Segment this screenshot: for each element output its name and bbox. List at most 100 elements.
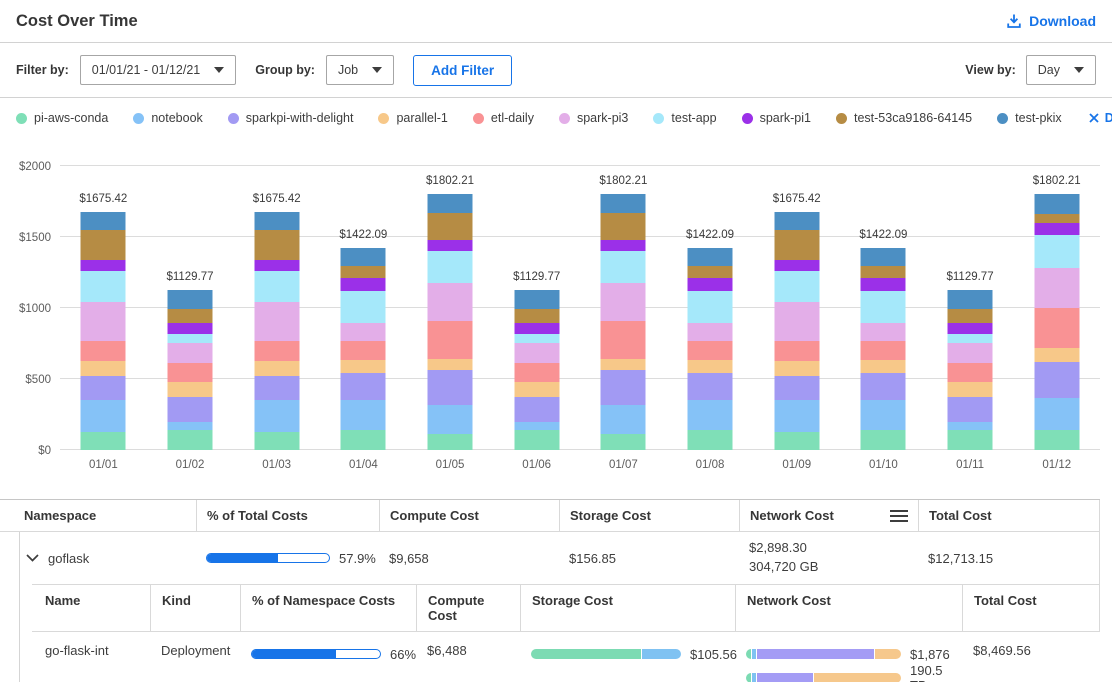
bar-segment-parallel-1[interactable] (688, 360, 733, 373)
bar-segment-test-pkix[interactable] (774, 212, 819, 229)
bar-segment-spark-pi1[interactable] (774, 260, 819, 271)
bar-segment-etl-daily[interactable] (254, 341, 299, 361)
bar-segment-test-pkix[interactable] (1034, 194, 1079, 214)
bar-segment-test-53ca9186-64145[interactable] (428, 213, 473, 240)
bar-segment-test-app[interactable] (774, 271, 819, 302)
bar-segment-test-pkix[interactable] (601, 194, 646, 213)
bar-segment-sparkpi-with-delight[interactable] (601, 370, 646, 405)
bar-segment-test-app[interactable] (601, 251, 646, 284)
bar-segment-notebook[interactable] (861, 400, 906, 430)
bar-segment-parallel-1[interactable] (514, 382, 559, 396)
bar-segment-spark-pi3[interactable] (254, 302, 299, 342)
bar-segment-sparkpi-with-delight[interactable] (514, 397, 559, 422)
date-range-select[interactable]: 01/01/21 - 01/12/21 (80, 55, 236, 85)
bar-segment-spark-pi3[interactable] (688, 323, 733, 341)
bar-segment-spark-pi3[interactable] (168, 343, 213, 363)
bar-segment-notebook[interactable] (254, 400, 299, 432)
bar-segment-test-app[interactable] (168, 334, 213, 343)
bar-segment-test-pkix[interactable] (428, 194, 473, 213)
bar-segment-test-app[interactable] (1034, 235, 1079, 267)
legend-item-pi-aws-conda[interactable]: pi-aws-conda (16, 111, 108, 125)
bar-segment-test-app[interactable] (514, 334, 559, 343)
bar-segment-etl-daily[interactable] (341, 341, 386, 360)
legend-item-etl-daily[interactable]: etl-daily (473, 111, 534, 125)
bar-segment-spark-pi3[interactable] (861, 323, 906, 341)
bar-segment-test-pkix[interactable] (948, 290, 993, 309)
bar-segment-pi-aws-conda[interactable] (81, 432, 126, 450)
bar-segment-spark-pi3[interactable] (601, 283, 646, 321)
bar-segment-test-53ca9186-64145[interactable] (688, 266, 733, 278)
bar-segment-spark-pi1[interactable] (428, 240, 473, 251)
namespace-cell[interactable]: goflask (0, 545, 196, 572)
bar-segment-parallel-1[interactable] (428, 359, 473, 370)
col-header-kind[interactable]: Kind (150, 585, 240, 631)
bar-segment-pi-aws-conda[interactable] (1034, 430, 1079, 450)
bar-segment-pi-aws-conda[interactable] (168, 430, 213, 450)
bar-segment-test-app[interactable] (861, 291, 906, 323)
bar-segment-sparkpi-with-delight[interactable] (168, 397, 213, 422)
col-header-compute-cost[interactable]: Compute Cost (379, 500, 559, 531)
bar-segment-sparkpi-with-delight[interactable] (341, 373, 386, 400)
bar-segment-test-53ca9186-64145[interactable] (168, 309, 213, 323)
bar-segment-sparkpi-with-delight[interactable] (948, 397, 993, 422)
download-button[interactable]: Download (1006, 13, 1096, 29)
bar-segment-test-app[interactable] (688, 291, 733, 323)
bar-segment-spark-pi3[interactable] (81, 302, 126, 342)
bar-segment-spark-pi3[interactable] (428, 283, 473, 321)
bar-segment-spark-pi1[interactable] (81, 260, 126, 271)
legend-item-parallel-1[interactable]: parallel-1 (378, 111, 447, 125)
add-filter-button[interactable]: Add Filter (413, 55, 512, 86)
bar-segment-parallel-1[interactable] (254, 361, 299, 376)
legend-item-spark-pi3[interactable]: spark-pi3 (559, 111, 628, 125)
bar-segment-parallel-1[interactable] (948, 382, 993, 396)
bar-segment-pi-aws-conda[interactable] (341, 430, 386, 450)
bar-segment-test-pkix[interactable] (341, 248, 386, 266)
bar-segment-test-53ca9186-64145[interactable] (948, 309, 993, 323)
bar-segment-pi-aws-conda[interactable] (601, 434, 646, 450)
bar-segment-test-pkix[interactable] (81, 212, 126, 229)
bar-segment-spark-pi1[interactable] (688, 278, 733, 291)
bar-segment-parallel-1[interactable] (341, 360, 386, 373)
bar-segment-etl-daily[interactable] (1034, 308, 1079, 348)
col-header-network-cost[interactable]: Network Cost (739, 500, 918, 531)
view-by-select[interactable]: Day (1026, 55, 1096, 85)
bar-segment-test-app[interactable] (948, 334, 993, 343)
bar-segment-test-53ca9186-64145[interactable] (601, 213, 646, 240)
bar-segment-notebook[interactable] (774, 400, 819, 432)
bar-segment-etl-daily[interactable] (948, 363, 993, 383)
bar-segment-test-53ca9186-64145[interactable] (341, 266, 386, 278)
bar-segment-etl-daily[interactable] (601, 321, 646, 358)
bar-segment-spark-pi3[interactable] (1034, 268, 1079, 308)
col-header-storage-cost[interactable]: Storage Cost (520, 585, 735, 631)
hamburger-icon[interactable] (890, 509, 908, 523)
bar-segment-sparkpi-with-delight[interactable] (428, 370, 473, 405)
bar-segment-etl-daily[interactable] (688, 341, 733, 360)
bar-segment-notebook[interactable] (688, 400, 733, 430)
bar-segment-etl-daily[interactable] (168, 363, 213, 383)
bar-segment-test-53ca9186-64145[interactable] (861, 266, 906, 278)
bar-segment-etl-daily[interactable] (81, 341, 126, 361)
bar-segment-test-app[interactable] (254, 271, 299, 302)
bar-segment-etl-daily[interactable] (428, 321, 473, 358)
bar-segment-spark-pi1[interactable] (1034, 223, 1079, 235)
bar-segment-sparkpi-with-delight[interactable] (774, 376, 819, 400)
bar-segment-pi-aws-conda[interactable] (774, 432, 819, 450)
workload-name-cell[interactable]: go-flask-int (32, 632, 150, 682)
bar-segment-test-53ca9186-64145[interactable] (254, 230, 299, 260)
bar-segment-test-53ca9186-64145[interactable] (774, 230, 819, 260)
bar-segment-notebook[interactable] (428, 405, 473, 434)
group-by-select[interactable]: Job (326, 55, 394, 85)
col-header-pct-namespace-costs[interactable]: % of Namespace Costs (240, 585, 416, 631)
col-header-compute-cost[interactable]: Compute Cost (416, 585, 520, 631)
bar-segment-pi-aws-conda[interactable] (428, 434, 473, 450)
col-header-total-cost[interactable]: Total Cost (918, 500, 1100, 531)
bar-segment-pi-aws-conda[interactable] (688, 430, 733, 450)
col-header-network-cost[interactable]: Network Cost (735, 585, 962, 631)
bar-segment-spark-pi1[interactable] (861, 278, 906, 291)
legend-item-spark-pi1[interactable]: spark-pi1 (742, 111, 811, 125)
bar-segment-sparkpi-with-delight[interactable] (254, 376, 299, 400)
bar-segment-test-pkix[interactable] (514, 290, 559, 309)
bar-segment-parallel-1[interactable] (1034, 348, 1079, 362)
bar-segment-test-app[interactable] (341, 291, 386, 323)
bar-segment-parallel-1[interactable] (81, 361, 126, 376)
